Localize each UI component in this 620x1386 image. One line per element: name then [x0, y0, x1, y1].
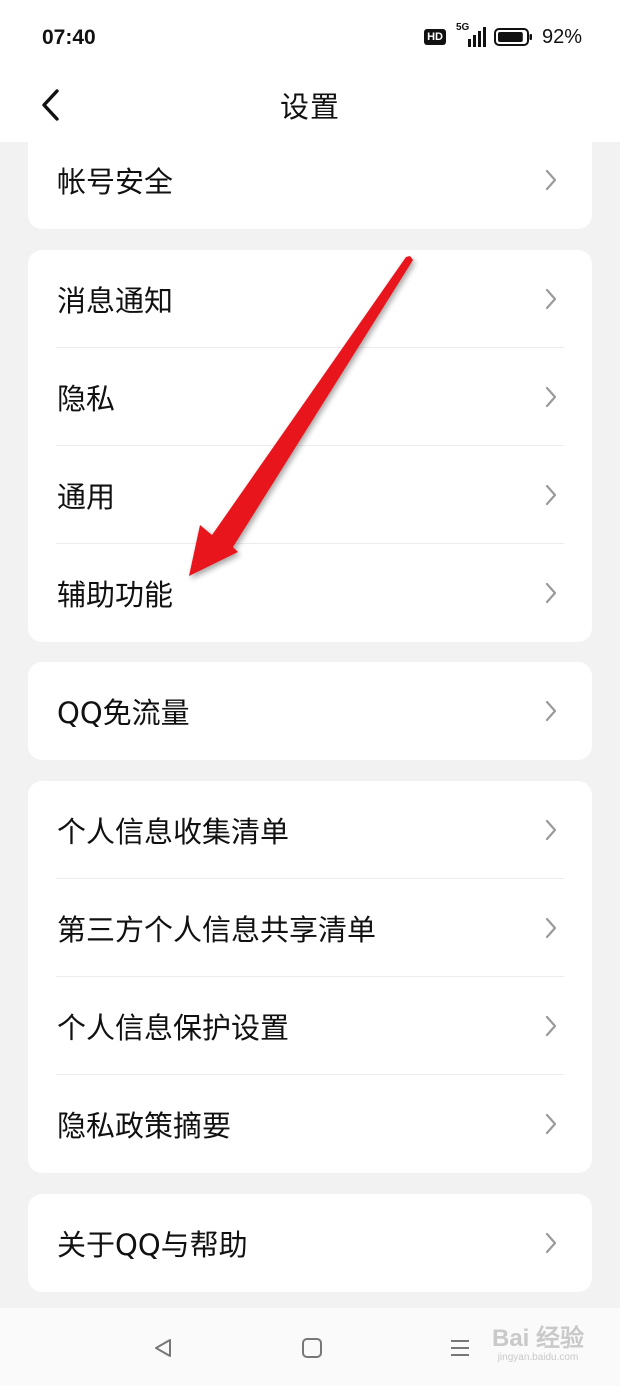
settings-item-label: 帐号安全	[57, 165, 174, 199]
settings-section-general: 消息通知 隐私 通用 辅助功能	[28, 250, 592, 642]
chevron-right-icon	[544, 581, 558, 605]
settings-item-label: 第三方个人信息共享清单	[57, 913, 377, 947]
system-nav-bar: Bai 经验 jingyan.baidu.com	[0, 1308, 620, 1386]
settings-item-label: 个人信息保护设置	[57, 1011, 290, 1045]
chevron-right-icon	[544, 1231, 558, 1255]
settings-item-label: 消息通知	[57, 284, 174, 318]
settings-section-about: 关于QQ与帮助	[28, 1194, 592, 1292]
settings-item-label: 关于QQ与帮助	[57, 1228, 248, 1262]
triangle-back-icon	[155, 1339, 171, 1357]
chevron-right-icon	[544, 1112, 558, 1136]
chevron-right-icon	[544, 483, 558, 507]
chevron-right-icon	[544, 818, 558, 842]
settings-section-account: 帐号安全	[28, 131, 592, 229]
chevron-right-icon	[544, 287, 558, 311]
page-title: 设置	[279, 90, 340, 124]
hd-badge: HD	[424, 29, 446, 45]
watermark-url: jingyan.baidu.com	[497, 1352, 579, 1363]
watermark: Bai 经验 jingyan.baidu.com	[492, 1326, 584, 1364]
watermark-logo: Bai 经验	[491, 1325, 584, 1352]
status-bar: 07:40 HD 5G 92%	[0, 0, 620, 76]
signal-icon: 5G	[456, 22, 488, 49]
settings-item-about-help[interactable]: 关于QQ与帮助	[28, 1194, 592, 1292]
chevron-right-icon	[544, 385, 558, 409]
settings-item-info-protection-settings[interactable]: 个人信息保护设置	[28, 977, 592, 1075]
chevron-right-icon	[544, 168, 558, 192]
battery-icon	[493, 27, 534, 47]
system-home-button[interactable]	[292, 1328, 332, 1368]
settings-item-label: 个人信息收集清单	[57, 815, 290, 849]
settings-item-label: 隐私	[57, 382, 116, 416]
system-menu-button[interactable]	[440, 1328, 480, 1368]
square-home-icon	[302, 1338, 322, 1358]
settings-item-accessibility[interactable]: 辅助功能	[28, 544, 592, 642]
settings-item-notifications[interactable]: 消息通知	[28, 250, 592, 348]
settings-item-third-party-sharing-list[interactable]: 第三方个人信息共享清单	[28, 879, 592, 977]
chevron-right-icon	[544, 1014, 558, 1038]
status-icons: HD 5G 92%	[424, 22, 582, 50]
battery-percent: 92%	[541, 25, 582, 48]
chevron-right-icon	[544, 699, 558, 723]
settings-item-qq-free-data[interactable]: QQ免流量	[28, 662, 592, 760]
settings-item-privacy-policy-summary[interactable]: 隐私政策摘要	[28, 1075, 592, 1173]
settings-item-account-security[interactable]: 帐号安全	[28, 131, 592, 229]
menu-icon	[451, 1340, 469, 1356]
settings-item-label: QQ免流量	[57, 696, 190, 730]
settings-item-label: 隐私政策摘要	[57, 1109, 232, 1143]
system-back-button[interactable]	[143, 1328, 183, 1368]
settings-section-personal-info: 个人信息收集清单 第三方个人信息共享清单 个人信息保护设置 隐私政策摘要	[28, 781, 592, 1173]
settings-item-label: 通用	[57, 480, 116, 514]
settings-section-data: QQ免流量	[28, 662, 592, 760]
settings-item-general[interactable]: 通用	[28, 446, 592, 544]
settings-item-info-collection-list[interactable]: 个人信息收集清单	[28, 781, 592, 879]
settings-item-label: 辅助功能	[57, 578, 174, 612]
settings-item-privacy[interactable]: 隐私	[28, 348, 592, 446]
status-time: 07:40	[42, 26, 96, 49]
chevron-right-icon	[544, 916, 558, 940]
